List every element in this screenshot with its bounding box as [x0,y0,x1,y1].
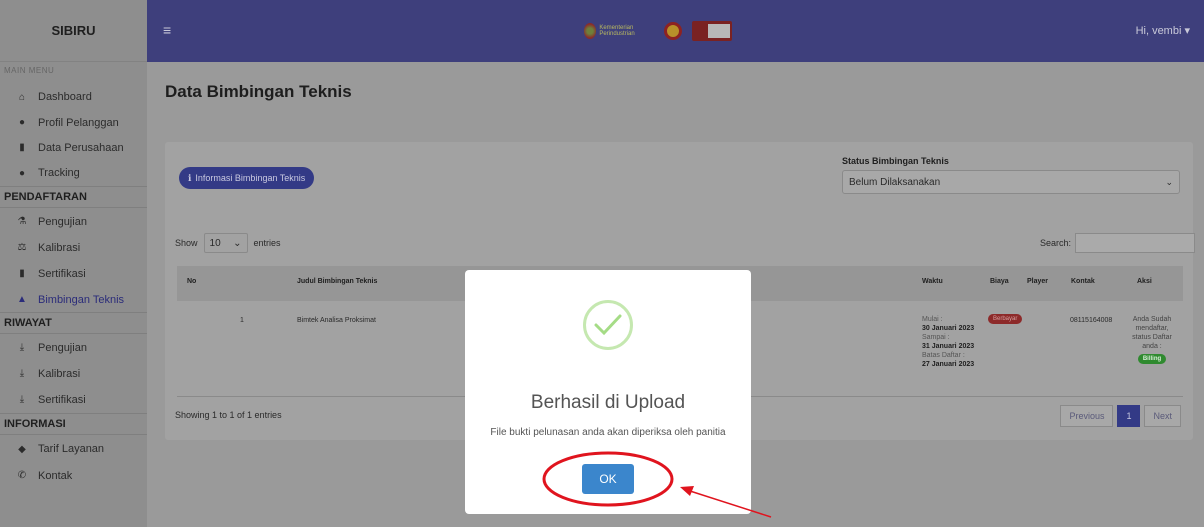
sidebar-item-label: Pengujian [38,215,87,228]
sidebar-item-label: Kalibrasi [38,241,81,254]
section-pendaftaran: PENDAFTARAN [0,186,147,208]
pin-icon: ● [18,167,26,179]
section-informasi: INFORMASI [0,413,147,435]
phone-icon: ✆ [17,470,27,481]
status-badge: Berbayar [988,314,1023,324]
dialog-message: File bukti pelunasan anda akan diperiksa… [490,427,726,438]
success-dialog: Berhasil di Upload File bukti pelunasan … [465,270,751,514]
status-select[interactable]: Belum Dilaksanakan ⌄ [842,170,1180,194]
dialog-title: Berhasil di Upload [530,392,686,413]
sidebar-item-riwayat-kalibrasi[interactable]: ⤓ Kalibrasi [0,361,147,386]
graduation-icon: ▲ [17,294,27,305]
sidebar-item-label: Sertifikasi [38,267,86,280]
cell-biaya: Berbayar [988,314,1023,324]
col-player[interactable]: Player [1027,278,1048,285]
col-kontak[interactable]: Kontak [1071,278,1095,285]
user-menu[interactable]: Hi, vembi ▾ [1136,24,1190,37]
billing-badge[interactable]: Billing [1137,354,1167,364]
sidebar-item-bimbingan[interactable]: ▲ Bimbingan Teknis [0,287,147,312]
chevron-down-icon: ⌄ [233,237,242,249]
cell-waktu: Mulai : 30 Januari 2023 Sampai : 31 Janu… [922,316,975,368]
sidebar-item-label: Tarif Layanan [38,443,105,455]
showing-info: Showing 1 to 1 of 1 entries [175,410,282,420]
sidebar-item-dashboard[interactable]: ⌂ Dashboard [0,84,147,110]
cell-kontak: 08115164008 [1070,317,1113,324]
header-logos: Kementerian Perindustrian [584,21,732,41]
sidebar-item-pengujian[interactable]: ⚗ Pengujian [0,208,147,235]
col-no[interactable]: No [187,278,196,285]
pagination: Previous 1 Next [1060,405,1181,427]
sidebar-item-label: Data Perusahaan [38,141,124,154]
cell-judul: Bimtek Analisa Proksimat [297,317,376,324]
sidebar: SIBIRU MAIN MENU ⌂ Dashboard ● Profil Pela… [0,0,147,527]
entries-select[interactable]: 10 ⌄ [203,233,248,253]
download-icon: ⤓ [19,368,25,379]
success-check-icon [583,300,633,350]
cell-no: 1 [240,317,244,324]
flask-icon: ⚗ [17,216,27,227]
ok-button[interactable]: OK [582,464,634,494]
hamburger-icon[interactable]: ≡ [163,22,171,38]
kemenperin-logo: Kementerian Perindustrian [584,21,654,41]
sidebar-item-riwayat-sertifikasi[interactable]: ⤓ Sertifikasi [0,386,147,413]
sidebar-item-label: Kalibrasi [38,367,81,380]
caret-down-icon: ▾ [1184,25,1190,37]
sidebar-item-sertifikasi[interactable]: ▮ Sertifikasi [0,260,147,287]
download-icon: ⤓ [19,394,25,405]
sidebar-item-label: Pengujian [38,341,87,354]
sidebar-item-label: Kontak [38,469,73,482]
section-riwayat: RIWAYAT [0,312,147,334]
next-button[interactable]: Next [1144,405,1181,427]
certificate-icon: ▮ [19,268,25,279]
sidebar-item-profil[interactable]: ● Profil Pelanggan [0,110,147,135]
download-icon: ⤓ [19,342,25,353]
tag-icon: ◆ [18,443,26,455]
col-waktu[interactable]: Waktu [922,278,943,285]
search: Search: [1040,233,1196,253]
bbpk-logo [692,21,732,41]
status-label: Status Bimbingan Teknis [842,156,949,166]
sidebar-item-kalibrasi[interactable]: ⚖ Kalibrasi [0,235,147,260]
user-icon: ● [18,117,26,128]
brand-logo[interactable]: SIBIRU [0,0,147,62]
sidebar-item-kontak[interactable]: ✆ Kontak [0,463,147,488]
sidebar-item-riwayat-pengujian[interactable]: ⤓ Pengujian [0,334,147,361]
sidebar-item-label: Bimbingan Teknis [38,293,125,306]
sidebar-item-perusahaan[interactable]: ▮ Data Perusahaan [0,135,147,160]
col-aksi[interactable]: Aksi [1137,278,1152,285]
sidebar-item-label: Tracking [38,167,80,179]
previous-button[interactable]: Previous [1060,405,1114,427]
col-biaya[interactable]: Biaya [990,278,1009,285]
sidebar-item-label: Profil Pelanggan [38,116,119,129]
page-title: Data Bimbingan Teknis [165,82,352,101]
emblem-logo [664,22,682,40]
home-icon: ⌂ [18,91,26,103]
building-icon: ▮ [19,142,25,153]
info-icon: ℹ [188,172,192,183]
chevron-down-icon: ⌄ [1165,177,1173,187]
main-menu-label: MAIN MENU [4,66,55,75]
sidebar-item-label: Dashboard [38,91,92,103]
top-navbar: ≡ Kementerian Perindustrian Hi, vembi ▾ [147,0,1204,62]
page-1-button[interactable]: 1 [1117,405,1141,427]
scale-icon: ⚖ [17,242,27,253]
sidebar-item-tracking[interactable]: ● Tracking [0,160,147,186]
search-input[interactable] [1075,233,1196,253]
show-entries: Show 10 ⌄ entries [175,233,281,253]
info-bimtek-button[interactable]: ℹ Informasi Bimbingan Teknis [179,167,315,189]
col-judul[interactable]: Judul Bimbingan Teknis [297,278,377,285]
cell-aksi: Anda Sudah mendaftar, status Daftar anda… [1132,316,1172,364]
sidebar-item-tarif[interactable]: ◆ Tarif Layanan [0,435,147,463]
sidebar-item-label: Sertifikasi [38,393,86,406]
